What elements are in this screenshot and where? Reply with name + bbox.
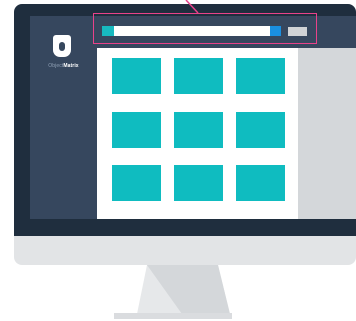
screen: ObjectMatrix <box>30 16 356 219</box>
grid-tile[interactable] <box>112 165 161 201</box>
sidebar: ObjectMatrix <box>30 16 97 219</box>
grid-tile[interactable] <box>174 165 223 201</box>
logo-text-bold: Matrix <box>63 63 79 69</box>
grid-tile[interactable] <box>236 112 285 148</box>
grid-tile[interactable] <box>112 58 161 94</box>
search-highlight-box <box>93 13 317 44</box>
grid-tile[interactable] <box>236 165 285 201</box>
right-panel <box>298 48 356 219</box>
logo-text: ObjectMatrix <box>30 63 97 69</box>
logo-text-light: Object <box>48 63 64 69</box>
grid-tile[interactable] <box>174 58 223 94</box>
grid-tile[interactable] <box>236 58 285 94</box>
grid-tile[interactable] <box>112 112 161 148</box>
grid-tile[interactable] <box>174 112 223 148</box>
object-matrix-logo-icon[interactable] <box>53 35 71 57</box>
main-content <box>97 48 298 219</box>
monitor-chin <box>14 236 356 265</box>
